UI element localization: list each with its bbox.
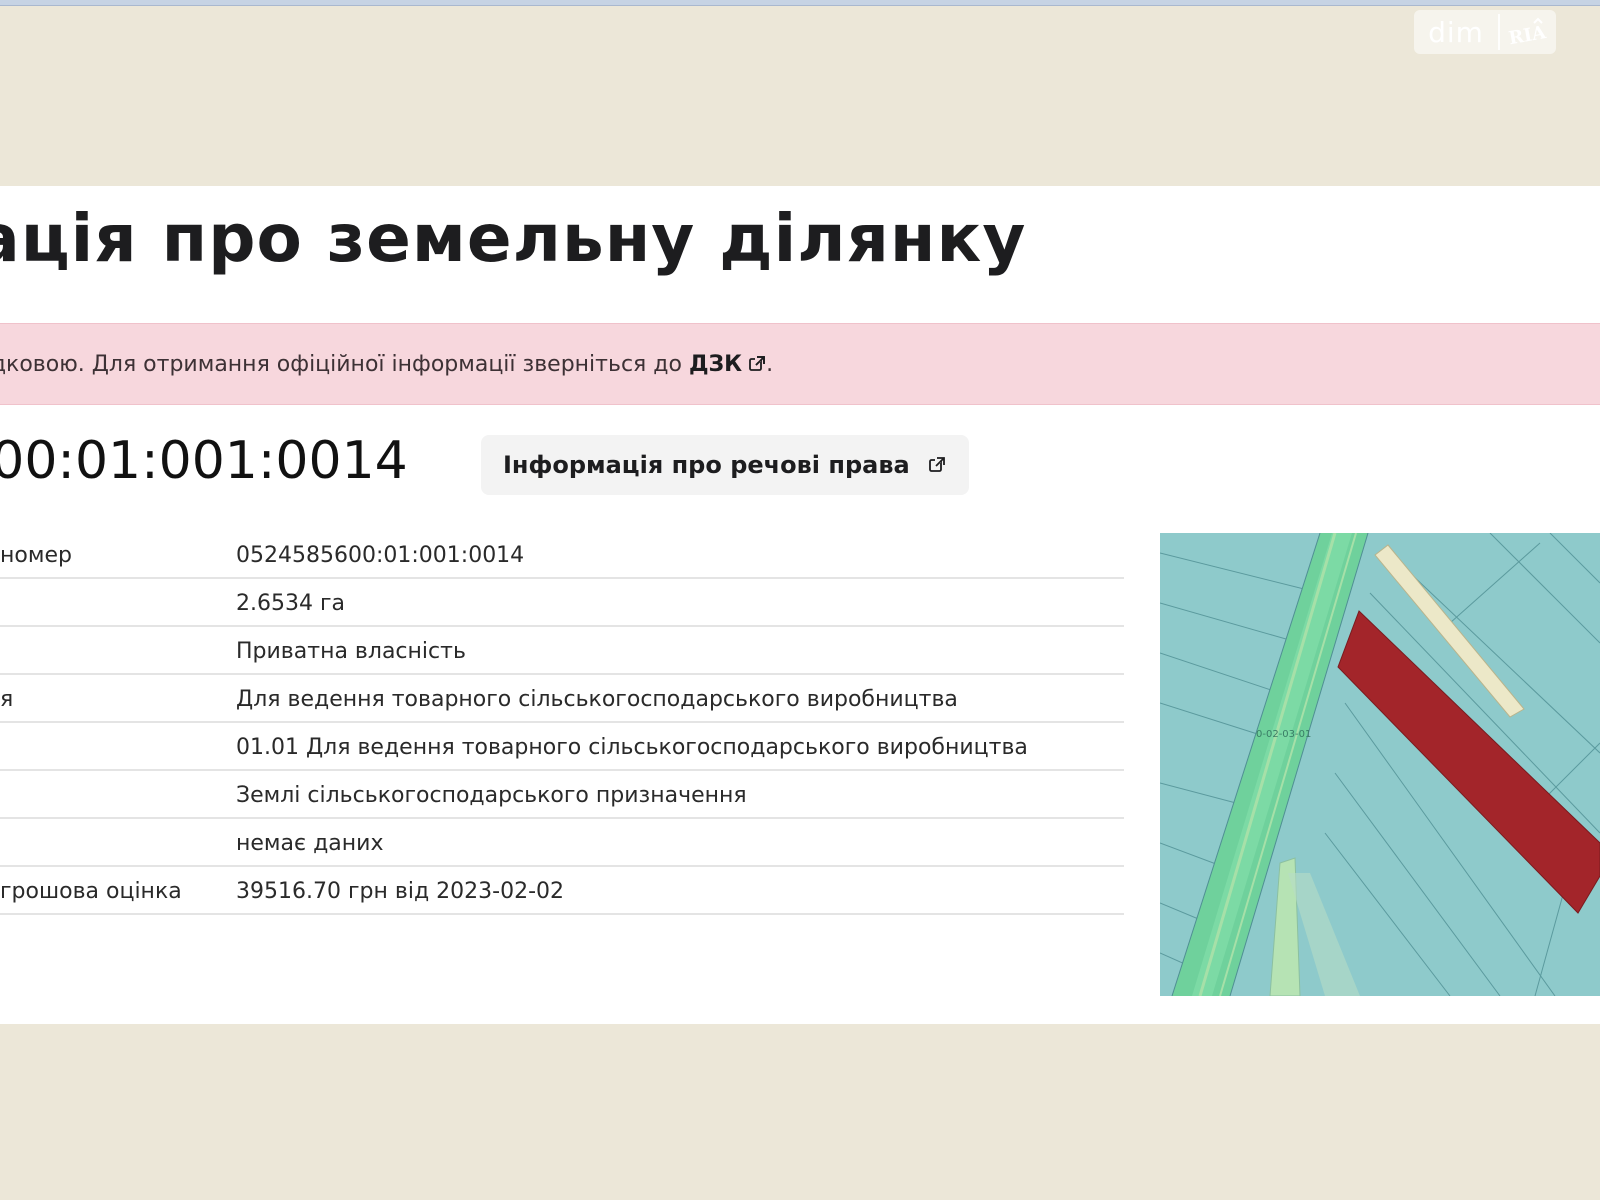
road-label: 0-02-03-01 — [1256, 729, 1311, 740]
watermark: dim RIA — [1414, 10, 1556, 54]
disclaimer-alert: є довідковою. Для отримання офіційної ін… — [0, 323, 1600, 405]
alert-text-line: є довідковою. Для отримання офіційної ін… — [0, 352, 773, 377]
table-row: 01.01 Для ведення товарного сільськогосп… — [0, 723, 1124, 771]
property-rights-button-label: Інформація про речові права — [503, 451, 910, 479]
row-value: Землі сільськогосподарського призначення — [236, 783, 747, 808]
dzk-link-label: ДЗК — [688, 351, 743, 377]
table-row: Землі сільськогосподарського призначення — [0, 771, 1124, 819]
row-label: номер — [0, 543, 72, 568]
row-value: немає даних — [236, 831, 384, 856]
table-row: 2.6534 га — [0, 579, 1124, 627]
row-value: Приватна власність — [236, 639, 466, 664]
page-title: рмація про земельну ділянку — [0, 200, 1027, 277]
window-top-strip — [0, 0, 1600, 6]
table-row: я Для ведення товарного сільськогосподар… — [0, 675, 1124, 723]
row-value: 2.6534 га — [236, 591, 346, 616]
property-rights-button[interactable]: Інформація про речові права — [481, 435, 969, 495]
alert-suffix: . — [766, 351, 774, 377]
cadastral-map-drawing: 0-02-03-01 — [1160, 533, 1600, 996]
table-row: грошова оцінка 39516.70 грн від 2023-02-… — [0, 867, 1124, 915]
ria-logo: RIA — [1500, 10, 1556, 54]
row-value: 39516.70 грн від 2023-02-02 — [236, 879, 565, 904]
row-value: 01.01 Для ведення товарного сільськогосп… — [236, 735, 1028, 760]
watermark-text: dim — [1428, 15, 1484, 49]
table-row: Приватна власність — [0, 627, 1124, 675]
row-label: грошова оцінка — [0, 879, 182, 904]
row-value: 0524585600:01:001:0014 — [236, 543, 525, 568]
external-link-icon — [749, 356, 766, 371]
table-row: номер 0524585600:01:001:0014 — [0, 531, 1124, 579]
parcel-info-table: номер 0524585600:01:001:0014 2.6534 га П… — [0, 531, 1124, 915]
row-value: Для ведення товарного сільськогосподарсь… — [236, 687, 958, 712]
svg-text:RIA: RIA — [1507, 22, 1548, 47]
table-row: немає даних — [0, 819, 1124, 867]
row-label: я — [0, 687, 14, 712]
cadastral-map[interactable]: 0-02-03-01 — [1160, 533, 1600, 996]
parcel-info-card: рмація про земельну ділянку є довідковою… — [0, 186, 1600, 1024]
dzk-link[interactable]: ДЗК — [689, 352, 766, 377]
cadastral-number-heading: 35600:01:001:0014 — [0, 431, 408, 491]
alert-text: є довідковою. Для отримання офіційної ін… — [0, 351, 682, 377]
external-link-icon — [928, 457, 945, 472]
